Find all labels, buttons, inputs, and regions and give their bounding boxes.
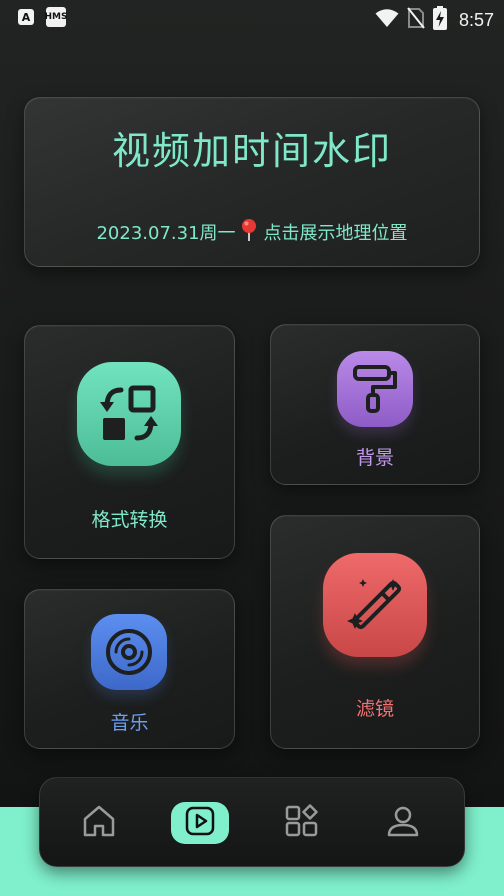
format-convert-tile[interactable]: 格式转换 [24, 325, 235, 559]
status-left: A HMS [18, 7, 68, 27]
format-convert-icon [77, 362, 181, 466]
music-tile[interactable]: 音乐 [24, 589, 235, 749]
home-icon [82, 804, 116, 842]
format-convert-label: 格式转换 [91, 509, 168, 531]
magic-wand-icon [323, 553, 427, 657]
wifi-icon [375, 8, 399, 32]
status-bar: A HMS 8:57 [0, 0, 504, 34]
no-sim-icon [407, 7, 425, 33]
paint-roller-icon [337, 351, 413, 427]
background-tile[interactable]: 背景 [270, 324, 480, 485]
date-text: 2023.07.31周一 [96, 223, 236, 244]
play-icon [184, 805, 216, 841]
status-time: 8:57 [458, 9, 494, 30]
music-label: 音乐 [110, 712, 149, 734]
background-label: 背景 [355, 447, 394, 469]
nav-home[interactable] [70, 802, 128, 844]
filter-label: 滤镜 [355, 698, 394, 720]
nav-play[interactable] [171, 802, 229, 844]
battery-charging-icon [432, 6, 447, 34]
filter-tile[interactable]: 滤镜 [270, 515, 480, 749]
location-pin-icon [240, 218, 258, 247]
date-location-line[interactable]: 2023.07.31周一 点击展示地理位置 [25, 218, 479, 247]
nav-apps[interactable] [273, 802, 331, 844]
hms-badge-icon: HMS [45, 7, 68, 27]
music-disc-icon [91, 614, 167, 690]
nav-profile[interactable] [374, 802, 432, 844]
app-title: 视频加时间水印 [111, 129, 392, 173]
person-icon [386, 804, 420, 842]
location-prompt[interactable]: 点击展示地理位置 [264, 223, 408, 244]
bottom-nav [39, 777, 465, 867]
accessibility-badge-icon: A [18, 9, 34, 25]
header-card[interactable]: 视频加时间水印 2023.07.31周一 点击展示地理位置 [24, 97, 480, 267]
status-right: 8:57 [375, 6, 494, 34]
apps-grid-icon [285, 804, 319, 842]
